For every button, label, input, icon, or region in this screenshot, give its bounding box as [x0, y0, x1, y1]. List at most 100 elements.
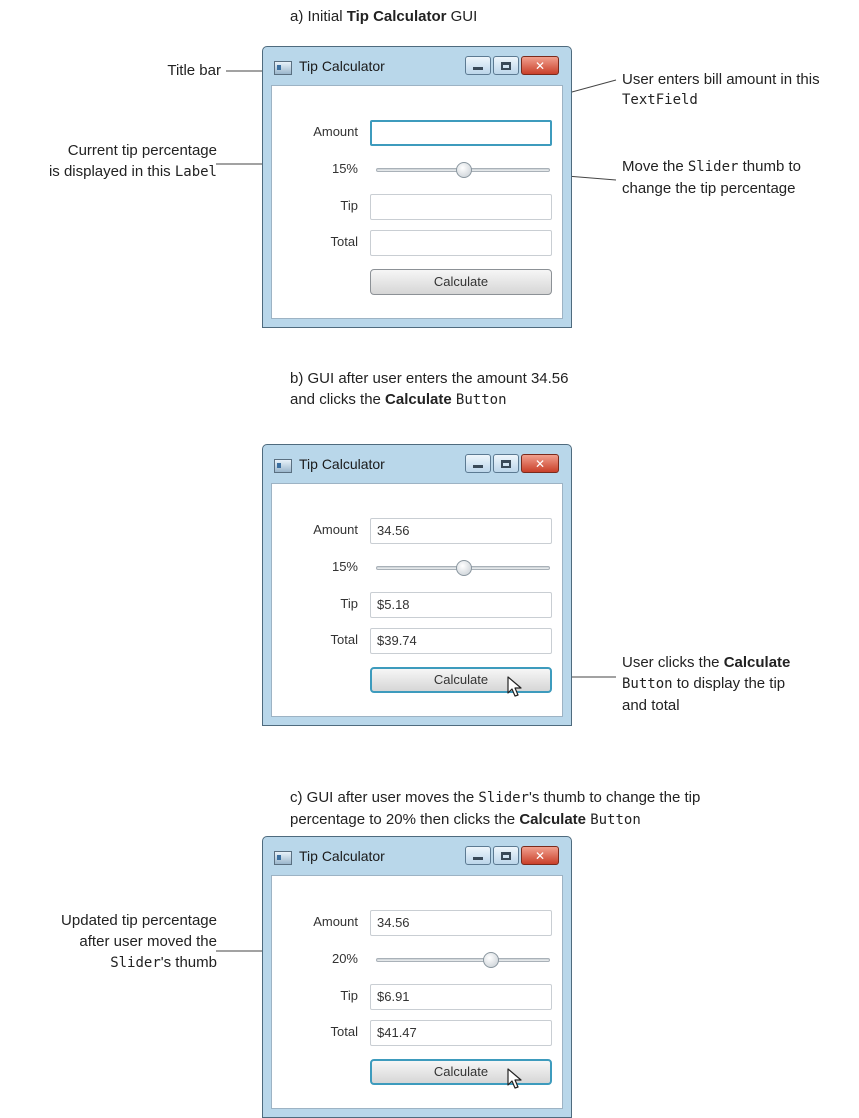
annotation-amount-line1: User enters bill amount in this	[622, 71, 820, 88]
title-bar[interactable]: Tip Calculator ✕	[263, 47, 571, 85]
app-icon	[274, 459, 292, 473]
close-button[interactable]: ✕	[521, 56, 559, 75]
total-textfield[interactable]	[370, 230, 552, 256]
tip-percent-label: 20%	[331, 951, 358, 966]
percent-row: 15%	[272, 555, 562, 581]
annotation-updated-line3-mono: Slider	[110, 955, 161, 971]
close-icon: ✕	[534, 848, 546, 863]
close-icon: ✕	[534, 58, 546, 73]
annotation-click-line3: and total	[622, 697, 680, 714]
window-controls: ✕	[463, 454, 559, 473]
slider-thumb[interactable]	[482, 952, 499, 968]
caption-c: c) GUI after user moves the Slider's thu…	[290, 787, 700, 831]
amount-row: Amount 34.56	[272, 910, 562, 936]
tip-slider[interactable]	[376, 560, 550, 576]
minimize-button[interactable]	[465, 56, 491, 75]
slider-thumb[interactable]	[456, 162, 472, 178]
annotation-slider: Move the Slider thumb to change the tip …	[622, 156, 801, 199]
annotation-click-line2: Button to display the tip	[622, 673, 790, 695]
caption-c-line1-mono: Slider	[478, 790, 529, 806]
window-title: Tip Calculator	[299, 58, 385, 74]
title-bar[interactable]: Tip Calculator ✕	[263, 837, 571, 875]
window-title: Tip Calculator	[299, 456, 385, 472]
tip-calculator-window-b: Tip Calculator ✕ Amount 34.56 15% Tip $5…	[262, 444, 572, 726]
annotation-slider-line1-suffix: thumb to	[738, 158, 801, 175]
close-button[interactable]: ✕	[521, 846, 559, 865]
client-area: Amount 15% Tip Total Calculate	[271, 85, 563, 319]
caption-c-line2-mono: Button	[590, 812, 641, 828]
title-bar[interactable]: Tip Calculator ✕	[263, 445, 571, 483]
minimize-button[interactable]	[465, 846, 491, 865]
tip-label: Tip	[340, 988, 358, 1003]
maximize-icon	[494, 847, 518, 864]
window-controls: ✕	[463, 846, 559, 865]
annotation-current-tip-line2-prefix: is displayed in this	[48, 163, 175, 180]
caption-c-line1-prefix: c) GUI after user moves the	[290, 789, 479, 806]
slider-thumb[interactable]	[456, 560, 472, 576]
annotation-current-tip-line1: Current tip percentage	[67, 142, 217, 159]
annotation-current-tip: Current tip percentage is displayed in t…	[49, 140, 217, 183]
caption-c-line2-bold: Calculate	[519, 811, 587, 828]
maximize-button[interactable]	[493, 454, 519, 473]
annotation-updated-line3-suffix: 's thumb	[160, 954, 217, 971]
calculate-button[interactable]: Calculate	[370, 269, 552, 295]
annotation-click-line2-mono: Button	[622, 676, 673, 692]
caption-b-line1: b) GUI after user enters the amount 34.5…	[290, 370, 569, 387]
caption-c-line1-suffix: 's thumb to change the tip	[528, 789, 701, 806]
tip-row: Tip $5.18	[272, 592, 562, 618]
annotation-click-line2-suffix: to display the tip	[672, 675, 786, 692]
caption-a-suffix: GUI	[446, 8, 478, 25]
mouse-cursor-icon	[507, 1068, 522, 1089]
caption-c-line1: c) GUI after user moves the Slider's thu…	[290, 787, 700, 809]
maximize-icon	[494, 57, 518, 74]
caption-c-line2: percentage to 20% then clicks the Calcul…	[290, 809, 700, 831]
total-row: Total $41.47	[272, 1020, 562, 1046]
close-button[interactable]: ✕	[521, 454, 559, 473]
window-title: Tip Calculator	[299, 848, 385, 864]
caption-b-line2-bold: Calculate	[385, 391, 452, 408]
annotation-slider-line2: change the tip percentage	[622, 180, 796, 197]
calculate-button[interactable]: Calculate	[370, 667, 552, 693]
minimize-icon	[466, 57, 490, 74]
amount-label: Amount	[313, 914, 358, 929]
annotation-updated-line1: Updated tip percentage	[61, 912, 217, 929]
total-textfield[interactable]: $39.74	[370, 628, 552, 654]
tip-calculator-window-c: Tip Calculator ✕ Amount 34.56 20% Tip $6…	[262, 836, 572, 1118]
app-icon	[274, 61, 292, 75]
annotation-current-tip-line2: is displayed in this Label	[49, 161, 217, 183]
close-icon: ✕	[534, 456, 546, 471]
total-textfield[interactable]: $41.47	[370, 1020, 552, 1046]
annotation-slider-line1-prefix: Move the	[622, 158, 688, 175]
annotation-click-line1-bold: Calculate	[723, 654, 791, 671]
annotation-updated-tip: Updated tip percentage after user moved …	[61, 910, 217, 974]
maximize-icon	[494, 455, 518, 472]
minimize-button[interactable]	[465, 454, 491, 473]
annotation-updated-line3: Slider's thumb	[61, 952, 217, 974]
amount-row: Amount 34.56	[272, 518, 562, 544]
tip-textfield[interactable]: $6.91	[370, 984, 552, 1010]
tip-label: Tip	[340, 596, 358, 611]
annotation-title-bar: Title bar	[167, 62, 221, 79]
caption-b-line2: and clicks the Calculate Button	[290, 389, 568, 411]
minimize-icon	[466, 455, 490, 472]
maximize-button[interactable]	[493, 846, 519, 865]
amount-textfield[interactable]: 34.56	[370, 518, 552, 544]
amount-label: Amount	[313, 124, 358, 139]
caption-b-line2-prefix: and clicks the	[290, 391, 386, 408]
amount-textfield[interactable]: 34.56	[370, 910, 552, 936]
maximize-button[interactable]	[493, 56, 519, 75]
tip-label: Tip	[340, 198, 358, 213]
tip-slider[interactable]	[376, 162, 550, 178]
amount-textfield[interactable]	[370, 120, 552, 146]
total-row: Total	[272, 230, 562, 256]
tip-slider[interactable]	[376, 952, 550, 968]
percent-row: 20%	[272, 947, 562, 973]
annotation-slider-line1-mono: Slider	[687, 159, 739, 175]
annotation-click-line1-prefix: User clicks the	[622, 654, 724, 671]
tip-textfield[interactable]: $5.18	[370, 592, 552, 618]
tip-percent-label: 15%	[331, 161, 358, 176]
tip-calculator-window-a: Tip Calculator ✕ Amount 15% Tip Total Ca…	[262, 46, 572, 328]
calculate-button[interactable]: Calculate	[370, 1059, 552, 1085]
caption-b: b) GUI after user enters the amount 34.5…	[290, 368, 568, 411]
tip-textfield[interactable]	[370, 194, 552, 220]
